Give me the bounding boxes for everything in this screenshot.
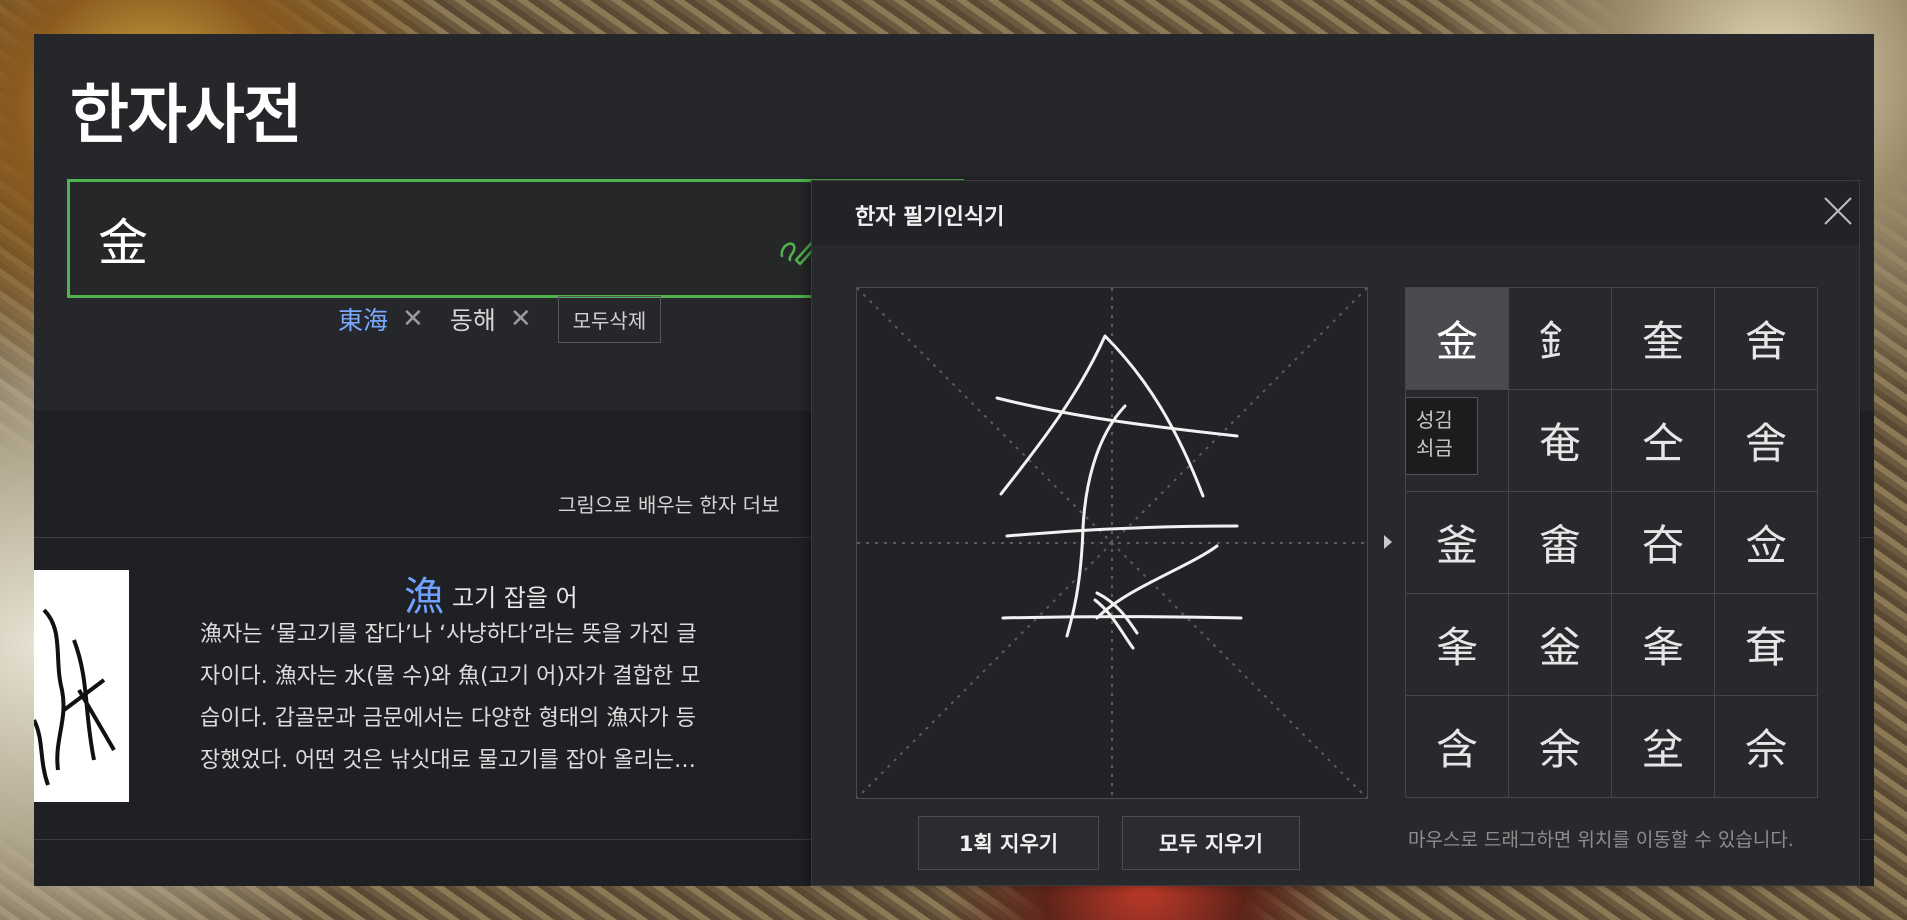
tooltip-line: 쇠금 [1416, 436, 1453, 460]
search-input[interactable] [98, 200, 698, 278]
candidate-cell[interactable]: 夻 [1612, 492, 1715, 594]
page-title: 한자사전 [70, 79, 303, 153]
erase-all-button[interactable]: 모두 지우기 [1122, 816, 1300, 870]
hanja-illustration[interactable] [34, 570, 129, 802]
candidate-cell[interactable]: 釡 [1509, 594, 1612, 696]
candidate-grid: 金釒奎舍奄仝舎釜畬夻佥夆釡夆耷含余坌佘 [1405, 287, 1818, 798]
more-link[interactable]: 그림으로 배우는 한자 더보 [558, 489, 779, 518]
candidate-cell[interactable]: 金 [1406, 288, 1509, 390]
candidate-cell[interactable]: 奄 [1509, 390, 1612, 492]
drawing-canvas[interactable] [856, 287, 1368, 799]
candidate-cell[interactable]: 畬 [1509, 492, 1612, 594]
candidate-cell[interactable]: 佘 [1715, 696, 1818, 798]
erase-one-stroke-button[interactable]: 1획 지우기 [918, 816, 1099, 870]
card-description: 漁자는 ‘물고기를 잡다’나 ‘사냥하다’라는 뜻을 가진 글 자이다. 漁자는… [200, 614, 840, 782]
close-icon[interactable] [1822, 195, 1854, 227]
chevron-right-icon[interactable] [1384, 535, 1392, 549]
candidate-cell[interactable]: 夆 [1406, 594, 1509, 696]
candidate-cell[interactable]: 佥 [1715, 492, 1818, 594]
popup-title: 한자 필기인식기 [855, 205, 1005, 230]
description-line: 장했었다. 어떤 것은 낚싯대로 물고기를 잡아 올리는… [200, 748, 696, 773]
handwriting-recognizer-popup[interactable]: 한자 필기인식기 金釒奎舍奄仝舎釜畬夻佥夆釡夆耷含余坌佘 성김 쇠금 1획 지우… [811, 180, 1860, 886]
recent-item-label[interactable]: 동해 [450, 301, 496, 337]
candidate-cell[interactable]: 奎 [1612, 288, 1715, 390]
recent-searches: 東海 ✕ 동해 ✕ 모두삭제 [338, 295, 662, 343]
remove-icon[interactable]: ✕ [510, 304, 532, 334]
recent-item[interactable]: 東海 ✕ [338, 301, 424, 337]
candidate-cell[interactable]: 舎 [1715, 390, 1818, 492]
card-meaning: 고기 잡을 어 [452, 584, 578, 612]
description-line: 漁자는 ‘물고기를 잡다’나 ‘사냥하다’라는 뜻을 가진 글 [200, 622, 697, 647]
candidate-cell[interactable]: 仝 [1612, 390, 1715, 492]
candidate-cell[interactable]: 坌 [1612, 696, 1715, 798]
clear-all-button[interactable]: 모두삭제 [557, 295, 662, 343]
candidate-cell[interactable]: 夆 [1612, 594, 1715, 696]
drag-hint: 마우스로 드래그하면 위치를 이동할 수 있습니다. [1408, 829, 1794, 851]
remove-icon[interactable]: ✕ [402, 304, 424, 334]
tooltip-line: 성김 [1416, 408, 1453, 432]
description-line: 습이다. 갑골문과 금문에서는 다양한 형태의 漁자가 등 [200, 706, 696, 731]
candidate-cell[interactable]: 釜 [1406, 492, 1509, 594]
candidate-tooltip: 성김 쇠금 [1405, 397, 1478, 475]
candidate-cell[interactable]: 余 [1509, 696, 1612, 798]
recent-item-label[interactable]: 東海 [338, 301, 388, 337]
description-line: 자이다. 漁자는 水(물 수)와 魚(고기 어)자가 결합한 모 [200, 664, 701, 689]
candidate-cell[interactable]: 耷 [1715, 594, 1818, 696]
candidate-cell[interactable]: 釒 [1509, 288, 1612, 390]
recent-item[interactable]: 동해 ✕ [450, 301, 532, 337]
candidate-cell[interactable]: 舍 [1715, 288, 1818, 390]
candidate-cell[interactable]: 含 [1406, 696, 1509, 798]
